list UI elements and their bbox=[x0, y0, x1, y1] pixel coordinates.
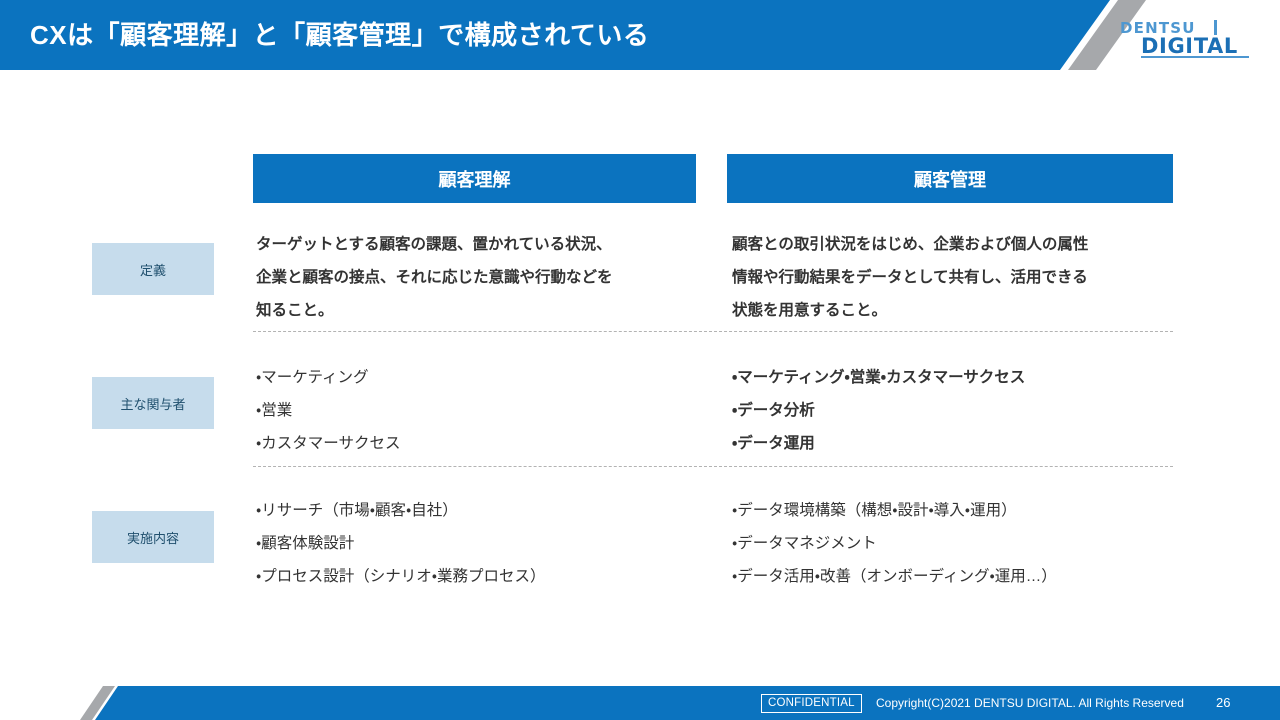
cell-line: ・顧客体験設計 bbox=[256, 535, 355, 552]
column-header-understanding-label: 顧客理解 bbox=[438, 169, 511, 190]
cell-line: 知ること。 bbox=[256, 302, 334, 319]
row-divider-one bbox=[253, 331, 1173, 332]
row-label-stakeholders: 主な関与者 bbox=[92, 377, 214, 429]
cell-line: ・営業 bbox=[256, 402, 293, 419]
cell-definition-management: 顧客との取引状況をはじめ、企業および個人の属性 情報や行動結果をデータとして共有… bbox=[732, 228, 1184, 327]
cell-activities-management: ・データ環境構築（構想・設計・導入・運用） ・データマネジメント ・データ活用・… bbox=[732, 494, 1184, 593]
copyright-text: Copyright(C)2021 DENTSU DIGITAL. All Rig… bbox=[876, 696, 1184, 710]
cell-stakeholders-management: ・マーケティング・営業・カスタマーサクセス ・データ分析 ・データ運用 bbox=[732, 361, 1184, 460]
cell-line: 状態を用意すること。 bbox=[732, 302, 888, 319]
cell-line: ・リサーチ（市場・顧客・自社） bbox=[256, 502, 458, 519]
row-label-activities-text: 実施内容 bbox=[126, 530, 179, 546]
row-label-definition: 定義 bbox=[92, 243, 214, 295]
cell-line: 企業と顧客の接点、それに応じた意識や行動などを bbox=[256, 269, 613, 286]
cell-definition-understanding: ターゲットとする顧客の課題、置かれている状況、 企業と顧客の接点、それに応じた意… bbox=[256, 228, 702, 327]
cell-activities-understanding: ・リサーチ（市場・顧客・自社） ・顧客体験設計 ・プロセス設計（シナリオ・業務プ… bbox=[256, 494, 702, 593]
cell-line: 顧客との取引状況をはじめ、企業および個人の属性 bbox=[732, 236, 1089, 253]
cell-line: ・マーケティング・営業・カスタマーサクセス bbox=[732, 369, 1026, 386]
row-label-activities: 実施内容 bbox=[92, 511, 214, 563]
cell-line: ・データマネジメント bbox=[732, 535, 877, 552]
cell-line: 情報や行動結果をデータとして共有し、活用できる bbox=[732, 269, 1088, 286]
comparison-matrix: 顧客理解 顧客管理 定義 主な関与者 実施内容 ターゲットとする顧客の課題、置か… bbox=[0, 0, 1280, 720]
column-header-management: 顧客管理 bbox=[727, 154, 1173, 203]
cell-stakeholders-understanding: ・マーケティング ・営業 ・カスタマーサクセス bbox=[256, 361, 702, 460]
confidential-badge: CONFIDENTIAL bbox=[761, 694, 862, 713]
column-header-management-label: 顧客管理 bbox=[914, 169, 986, 190]
row-label-stakeholders-text: 主な関与者 bbox=[120, 396, 186, 412]
cell-line: ・カスタマーサクセス bbox=[256, 435, 401, 452]
cell-line: ・データ分析 bbox=[732, 402, 815, 419]
cell-line: ・データ活用・改善（オンボーディング・運用…） bbox=[732, 568, 1057, 585]
cell-line: ・マーケティング bbox=[256, 369, 369, 386]
column-header-understanding: 顧客理解 bbox=[253, 154, 696, 203]
cell-line: ・データ運用 bbox=[732, 435, 815, 452]
row-label-definition-text: 定義 bbox=[139, 262, 166, 278]
page-number: 26 bbox=[1216, 695, 1231, 710]
row-divider-two bbox=[253, 466, 1173, 467]
slide-footer: CONFIDENTIAL Copyright(C)2021 DENTSU DIG… bbox=[0, 686, 1280, 720]
cell-line: ・データ環境構築（構想・設計・導入・運用） bbox=[732, 502, 1017, 519]
cell-line: ターゲットとする顧客の課題、置かれている状況、 bbox=[256, 236, 612, 253]
cell-line: ・プロセス設計（シナリオ・業務プロセス） bbox=[256, 568, 546, 585]
